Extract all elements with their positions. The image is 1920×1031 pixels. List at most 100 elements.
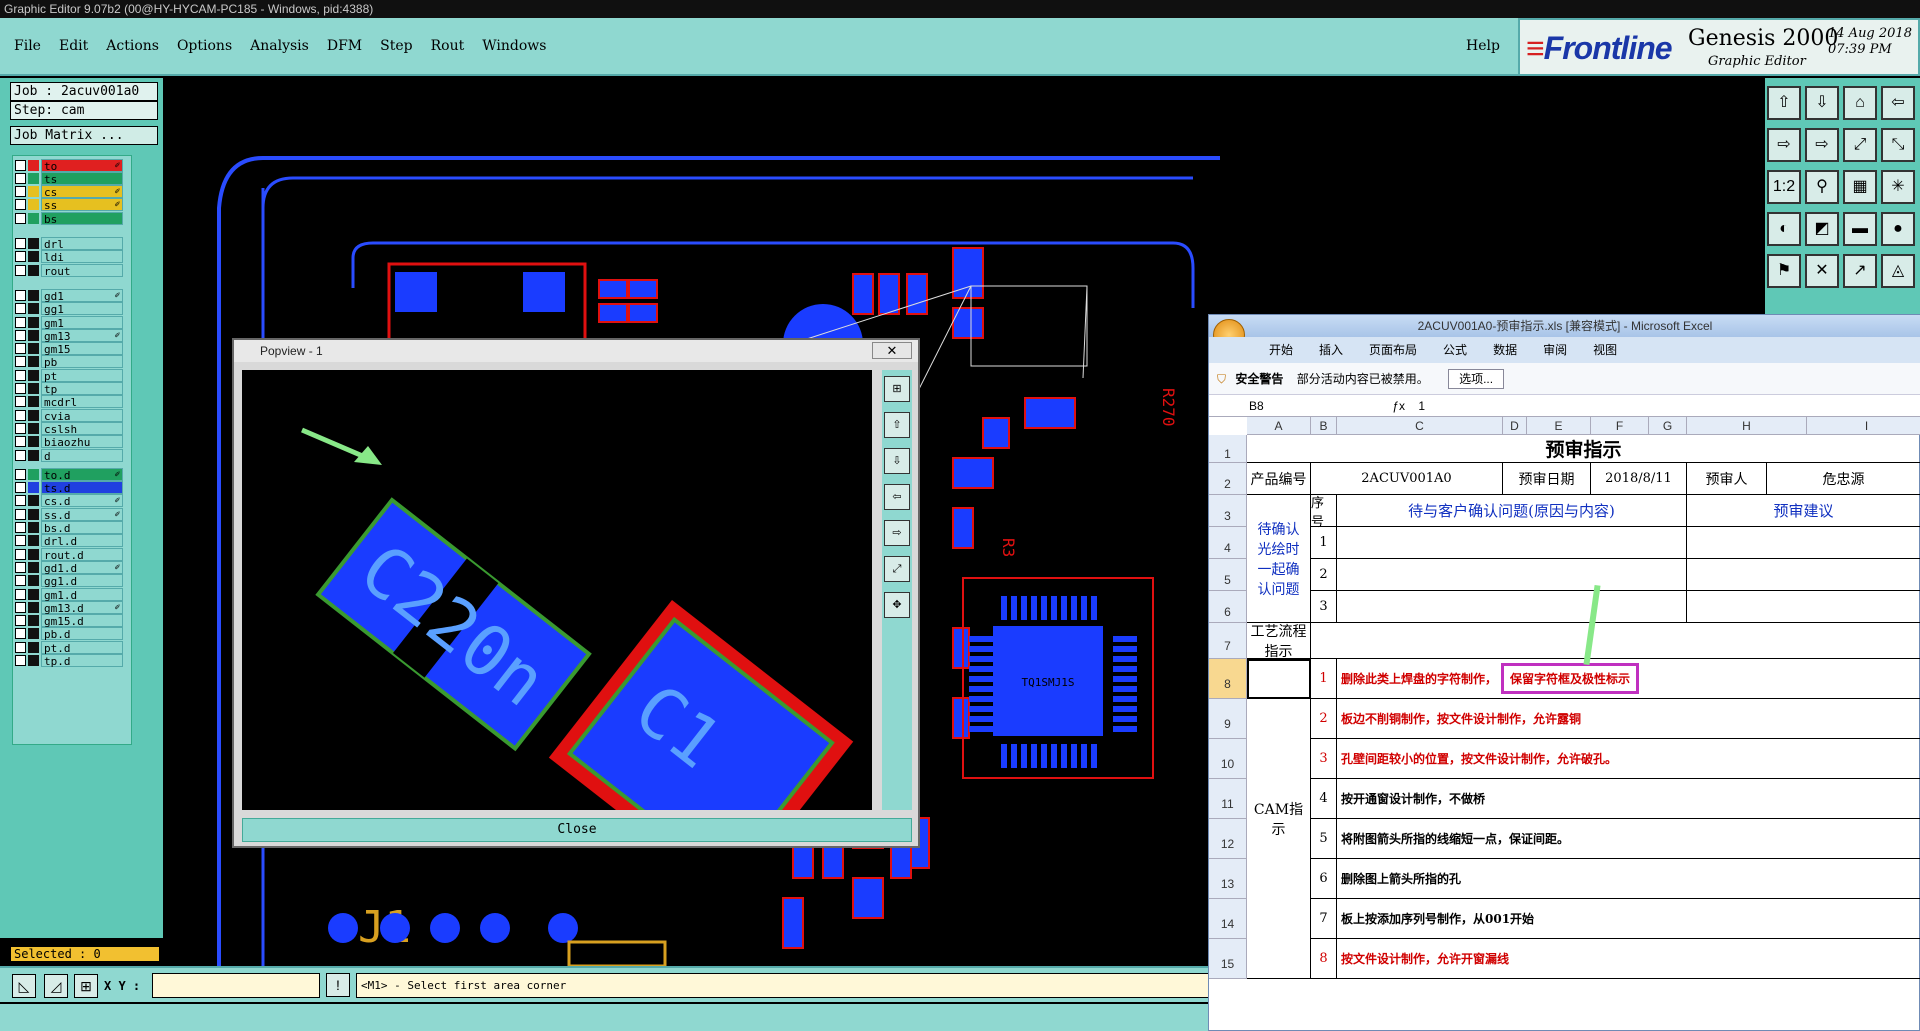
layer-checkbox[interactable] bbox=[15, 449, 26, 461]
row-header[interactable]: 12 bbox=[1209, 819, 1247, 859]
layer-row[interactable]: gd1.d ✐ bbox=[15, 560, 123, 575]
layer-checkbox[interactable] bbox=[15, 575, 26, 587]
column-header[interactable]: I bbox=[1807, 417, 1920, 435]
grid-icon[interactable]: ▦ bbox=[1843, 170, 1877, 204]
layer-color-swatch[interactable] bbox=[28, 186, 39, 198]
column-header[interactable]: H bbox=[1687, 417, 1807, 435]
layer-checkbox[interactable] bbox=[15, 522, 26, 533]
layer-name[interactable]: gm1.d bbox=[41, 587, 123, 602]
layer-name[interactable]: cslsh bbox=[41, 421, 123, 436]
menu-help[interactable]: Help bbox=[1466, 38, 1500, 54]
menu-analysis[interactable]: Analysis bbox=[250, 38, 309, 54]
layer-row[interactable]: gg1 bbox=[15, 302, 123, 316]
layer-color-swatch[interactable] bbox=[28, 561, 39, 573]
layer-checkbox[interactable] bbox=[15, 159, 26, 171]
row-header[interactable]: 5 bbox=[1209, 559, 1247, 591]
layer-name[interactable]: pb.d bbox=[41, 627, 123, 641]
snapshot-icon[interactable]: ◐ bbox=[1767, 212, 1801, 246]
layer-color-swatch[interactable] bbox=[28, 212, 39, 224]
instruction-text[interactable]: 板边不削铜制作，按文件设计制作，允许露铜 bbox=[1337, 699, 1920, 739]
layer-name[interactable]: biaozhu bbox=[41, 435, 123, 449]
layer-checkbox[interactable] bbox=[15, 369, 26, 381]
product-label[interactable]: 产品编号 bbox=[1247, 463, 1311, 495]
layer-checkbox[interactable] bbox=[15, 615, 26, 627]
layer-checkbox[interactable] bbox=[15, 329, 26, 341]
ribbon-tab[interactable]: 页面布局 bbox=[1369, 343, 1417, 357]
layer-checkbox[interactable] bbox=[15, 409, 26, 421]
layer-color-swatch[interactable] bbox=[28, 303, 39, 315]
layer-name[interactable]: drl.d bbox=[41, 534, 123, 548]
instruction-number[interactable]: 8 bbox=[1311, 939, 1337, 979]
row-header[interactable]: 7 bbox=[1209, 623, 1247, 659]
layer-color-swatch[interactable] bbox=[28, 628, 39, 640]
layer-name[interactable]: pt bbox=[41, 368, 123, 383]
layer-row[interactable]: gm15 bbox=[15, 342, 123, 356]
popview-close-button[interactable]: Close bbox=[242, 818, 912, 842]
layer-color-swatch[interactable] bbox=[28, 251, 39, 263]
layer-row[interactable]: to.d ✐ bbox=[15, 467, 123, 482]
layer-name[interactable]: gm13 ✐ bbox=[41, 328, 123, 343]
layer-color-swatch[interactable] bbox=[28, 199, 39, 211]
column-header[interactable]: D bbox=[1503, 417, 1527, 435]
suggest-cell[interactable] bbox=[1687, 527, 1920, 559]
snap-icon[interactable]: ◿ bbox=[44, 974, 68, 998]
layer-row[interactable]: rout.d bbox=[15, 547, 123, 562]
reviewer-label[interactable]: 预审人 bbox=[1687, 463, 1767, 495]
layer-row[interactable]: rout bbox=[15, 263, 123, 278]
row-header[interactable]: 10 bbox=[1209, 739, 1247, 779]
layer-row[interactable]: bs.d bbox=[15, 521, 123, 535]
menu-options[interactable]: Options bbox=[177, 38, 232, 54]
layer-color-swatch[interactable] bbox=[28, 316, 39, 328]
layer-row[interactable]: gm15.d bbox=[15, 614, 123, 628]
popview-close-x-button[interactable]: ✕ bbox=[872, 342, 912, 359]
layer-color-swatch[interactable] bbox=[28, 468, 39, 480]
layer-checkbox[interactable] bbox=[15, 199, 26, 211]
layer-color-swatch[interactable] bbox=[28, 329, 39, 341]
layer-color-swatch[interactable] bbox=[28, 482, 39, 494]
route-icon[interactable]: ↗ bbox=[1843, 254, 1877, 288]
layer-color-swatch[interactable] bbox=[28, 548, 39, 560]
menu-dfm[interactable]: DFM bbox=[327, 38, 362, 54]
instruction-number[interactable]: 7 bbox=[1311, 899, 1337, 939]
xy-input[interactable] bbox=[152, 973, 320, 998]
menu-edit[interactable]: Edit bbox=[59, 38, 88, 54]
layer-name[interactable]: pb bbox=[41, 355, 123, 369]
seq-number[interactable]: 1 bbox=[1311, 527, 1337, 559]
layer-name[interactable]: d bbox=[41, 448, 123, 463]
layer-row[interactable]: d bbox=[15, 448, 123, 463]
layer-checkbox[interactable] bbox=[15, 396, 26, 408]
layer-color-swatch[interactable] bbox=[28, 522, 39, 533]
instruction-text[interactable]: 将附图箭头所指的线缩短一点，保证间距。 bbox=[1337, 819, 1920, 859]
issue-header[interactable]: 待与客户确认问题(原因与内容) bbox=[1337, 495, 1687, 527]
grid-icon[interactable]: ⊞ bbox=[74, 974, 98, 998]
layer-row[interactable]: biaozhu bbox=[15, 435, 123, 449]
layer-name[interactable]: pt.d bbox=[41, 640, 123, 655]
layer-checkbox[interactable] bbox=[15, 316, 26, 328]
layer-row[interactable]: mcdrl bbox=[15, 395, 123, 409]
layer-color-swatch[interactable] bbox=[28, 601, 39, 613]
popview-tool-icon[interactable]: ⇨ bbox=[884, 520, 910, 546]
layer-color-swatch[interactable] bbox=[28, 508, 39, 520]
layer-name[interactable]: bs bbox=[41, 211, 123, 226]
layer-name[interactable]: gg1 bbox=[41, 302, 123, 316]
zoom-in-icon[interactable]: ⇧ bbox=[1767, 86, 1801, 120]
ruler-icon[interactable]: ▬ bbox=[1843, 212, 1877, 246]
instruction-text[interactable]: 按文件设计制作，允许开窗漏线 bbox=[1337, 939, 1920, 979]
layer-checkbox[interactable] bbox=[15, 628, 26, 640]
formula-input[interactable]: 1 bbox=[1418, 399, 1425, 413]
layer-checkbox[interactable] bbox=[15, 289, 26, 301]
layer-name[interactable]: gm15.d bbox=[41, 614, 123, 628]
ribbon-tab[interactable]: 数据 bbox=[1493, 343, 1517, 357]
cross-icon[interactable]: ✕ bbox=[1805, 254, 1839, 288]
layer-row[interactable]: pb.d bbox=[15, 627, 123, 641]
menu-rout[interactable]: Rout bbox=[431, 38, 465, 54]
menu-file[interactable]: File bbox=[14, 38, 41, 54]
row-header[interactable]: 9 bbox=[1209, 699, 1247, 739]
layer-checkbox[interactable] bbox=[15, 212, 26, 224]
sheet-title[interactable]: 预审指示 bbox=[1247, 435, 1920, 463]
magnify-icon[interactable]: ⚲ bbox=[1805, 170, 1839, 204]
column-header[interactable]: F bbox=[1591, 417, 1649, 435]
review-date[interactable]: 2018/8/11 bbox=[1591, 463, 1687, 495]
issue-cell[interactable] bbox=[1337, 527, 1687, 559]
layer-color-swatch[interactable] bbox=[28, 615, 39, 627]
